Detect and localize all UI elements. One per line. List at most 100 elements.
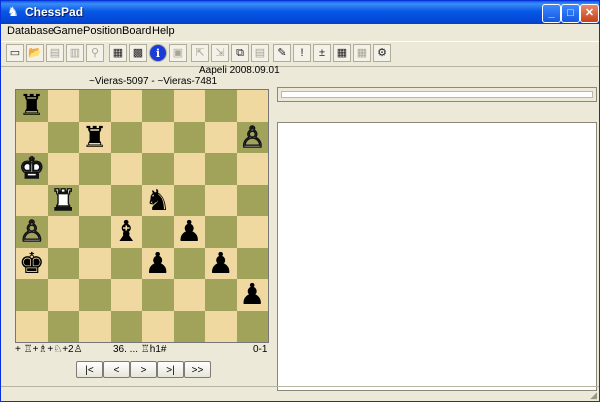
minimize-button[interactable]: _ (542, 4, 561, 23)
plusminus-icon[interactable]: ± (313, 44, 331, 62)
chess-board[interactable]: ♜ ♜ ♙ ♚ ♜ ♞ ♙ ♝ ♟ ♚ ♟ ♟ ♟ (15, 89, 269, 343)
nav-last-button[interactable]: >| (157, 361, 184, 378)
square-c4[interactable] (79, 216, 111, 248)
piece-a6[interactable]: ♚ (16, 152, 48, 185)
new-game-icon[interactable]: ▦ (109, 44, 127, 62)
nav-prev-button[interactable]: < (103, 361, 130, 378)
square-e4[interactable] (142, 216, 174, 248)
square-b6[interactable] (47, 153, 79, 185)
square-b8[interactable] (47, 90, 79, 122)
square-a2[interactable] (16, 279, 48, 311)
square-d1[interactable] (110, 310, 142, 342)
square-a7[interactable] (16, 121, 48, 153)
square-g4[interactable] (205, 216, 237, 248)
square-c5[interactable] (79, 184, 111, 216)
square-c2[interactable] (79, 279, 111, 311)
square-f8[interactable] (173, 90, 205, 122)
square-e8[interactable] (142, 90, 174, 122)
paste-icon[interactable]: ▤ (251, 44, 269, 62)
square-f7[interactable] (173, 121, 205, 153)
square-b3[interactable] (47, 247, 79, 279)
new-icon[interactable]: ▭ (6, 44, 24, 62)
engine-icon[interactable]: ⚙ (373, 44, 391, 62)
piece-h2[interactable]: ♟ (237, 279, 269, 311)
piece-a4[interactable]: ♙ (16, 215, 48, 248)
exclaim-icon[interactable]: ! (293, 44, 311, 62)
board-grid-2-icon[interactable]: ▦ (353, 44, 371, 62)
square-b7[interactable] (47, 121, 79, 153)
menu-database[interactable]: Database (7, 25, 54, 37)
square-f1[interactable] (173, 310, 205, 342)
notation-panel[interactable] (277, 122, 597, 391)
square-g5[interactable] (205, 184, 237, 216)
square-e6[interactable] (142, 153, 174, 185)
binoculars-icon[interactable]: ⚲ (86, 44, 104, 62)
square-h1[interactable] (236, 310, 268, 342)
open-icon[interactable]: 📂 (26, 44, 44, 62)
square-c6[interactable] (79, 153, 111, 185)
square-g1[interactable] (205, 310, 237, 342)
info-icon[interactable]: i (149, 44, 167, 62)
square-e7[interactable] (142, 121, 174, 153)
piece-e5[interactable]: ♞ (142, 184, 174, 217)
square-h3[interactable] (236, 247, 268, 279)
square-d5[interactable] (110, 184, 142, 216)
square-f5[interactable] (173, 184, 205, 216)
close-button[interactable]: ✕ (580, 4, 599, 23)
piece-b5[interactable]: ♜ (48, 184, 80, 217)
square-c3[interactable] (79, 247, 111, 279)
square-d7[interactable] (110, 121, 142, 153)
square-g2[interactable] (205, 279, 237, 311)
menu-position[interactable]: Position (83, 25, 122, 37)
square-d3[interactable] (110, 247, 142, 279)
square-f2[interactable] (173, 279, 205, 311)
piece-g3[interactable]: ♟ (205, 247, 237, 280)
square-g8[interactable] (205, 90, 237, 122)
import-icon[interactable]: ⇲ (211, 44, 229, 62)
square-h5[interactable] (236, 184, 268, 216)
square-e2[interactable] (142, 279, 174, 311)
menu-board[interactable]: Board (122, 25, 151, 37)
nav-next-button[interactable]: > (130, 361, 157, 378)
open-db-icon[interactable]: ▤ (46, 44, 64, 62)
piece-h7[interactable]: ♙ (237, 121, 269, 154)
square-b1[interactable] (47, 310, 79, 342)
square-a1[interactable] (16, 310, 48, 342)
board-grid-icon[interactable]: ▦ (333, 44, 351, 62)
nav-first-button[interactable]: |< (76, 361, 103, 378)
square-d8[interactable] (110, 90, 142, 122)
square-c8[interactable] (79, 90, 111, 122)
nav-play-button[interactable]: >> (184, 361, 211, 378)
square-d2[interactable] (110, 279, 142, 311)
square-c1[interactable] (79, 310, 111, 342)
maximize-button[interactable]: □ (561, 4, 580, 23)
square-f6[interactable] (173, 153, 205, 185)
menu-help[interactable]: Help (152, 25, 175, 37)
save-icon[interactable]: ▣ (169, 44, 187, 62)
export-icon[interactable]: ⇱ (191, 44, 209, 62)
piece-d4[interactable]: ♝ (111, 216, 143, 248)
db-list-icon[interactable]: ▥ (66, 44, 84, 62)
square-e1[interactable] (142, 310, 174, 342)
piece-a3[interactable]: ♚ (16, 247, 48, 280)
board-setup-icon[interactable]: ▩ (129, 44, 147, 62)
square-b2[interactable] (47, 279, 79, 311)
resize-grip-icon[interactable]: ◢ (590, 390, 597, 401)
piece-f4[interactable]: ♟ (174, 216, 206, 248)
piece-e3[interactable]: ♟ (142, 247, 174, 280)
title-bar[interactable]: ♞ ChessPad _ □ ✕ (1, 1, 599, 24)
square-h8[interactable] (236, 90, 268, 122)
move-info-field[interactable] (281, 91, 593, 98)
copy-icon[interactable]: ⧉ (231, 44, 249, 62)
menu-game[interactable]: Game (53, 25, 83, 37)
comment-icon[interactable]: ✎ (273, 44, 291, 62)
square-b4[interactable] (47, 216, 79, 248)
square-g6[interactable] (205, 153, 237, 185)
square-g7[interactable] (205, 121, 237, 153)
square-f3[interactable] (173, 247, 205, 279)
square-a5[interactable] (16, 184, 48, 216)
square-d6[interactable] (110, 153, 142, 185)
square-h4[interactable] (236, 216, 268, 248)
square-h6[interactable] (236, 153, 268, 185)
piece-a8[interactable]: ♜ (16, 90, 48, 122)
